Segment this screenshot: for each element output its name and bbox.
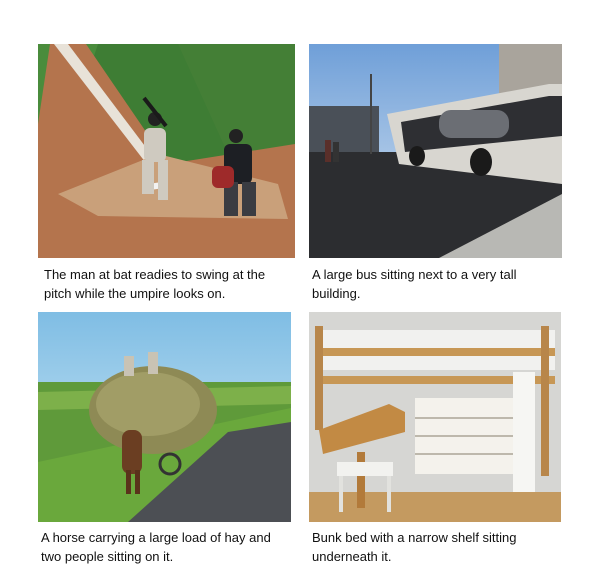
photo-baseball [38, 44, 295, 258]
caption-line: pitch while the umpire looks on. [44, 286, 226, 301]
caption-line: A large bus sitting next to a very tall [312, 267, 517, 282]
caption-line: Bunk bed with a narrow shelf sitting [312, 530, 517, 545]
photo-bunk-bed [309, 312, 561, 522]
caption-bunk-bed: Bunk bed with a narrow shelf sitting und… [312, 528, 558, 566]
caption-line: building. [312, 286, 361, 301]
photo-hay-cart [38, 312, 291, 522]
caption-bus: A large bus sitting next to a very tall … [312, 265, 558, 303]
caption-line: The man at bat readies to swing at the [44, 267, 266, 282]
photo-bus [309, 44, 562, 258]
caption-line: A horse carrying a large load of hay and [41, 530, 271, 545]
caption-line: two people sitting on it. [41, 549, 174, 564]
caption-hay-cart: A horse carrying a large load of hay and… [41, 528, 291, 566]
caption-baseball: The man at bat readies to swing at the p… [44, 265, 290, 303]
caption-line: underneath it. [312, 549, 392, 564]
